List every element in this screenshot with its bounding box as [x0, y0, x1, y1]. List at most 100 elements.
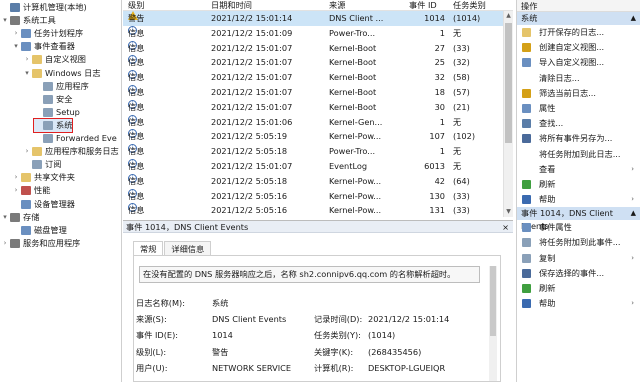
tree-node[interactable]: › 性能 — [12, 184, 50, 197]
actions-section-log[interactable]: 系统 ▲ — [517, 12, 640, 25]
action-item[interactable]: 帮助 › — [517, 296, 640, 311]
tree-node[interactable]: ▾ Windows 日志 — [23, 67, 101, 80]
event-row[interactable]: i 信息 2021/12/2 15:01:07 Kernel-Boot 27 (33) — [123, 40, 503, 56]
action-item[interactable]: 将任务附加到此事件... — [517, 235, 640, 250]
detail-panel: 在没有配置的 DNS 服务器响应之后，名称 sh2.connipv6.qq.co… — [133, 255, 501, 382]
tree-node[interactable]: › 服务和应用程序 — [1, 237, 80, 250]
tree-node[interactable]: ▾ 系统工具 — [1, 14, 56, 27]
col-event-id[interactable]: 事件 ID — [409, 0, 437, 10]
tree-node[interactable]: 磁盘管理 — [12, 224, 67, 237]
action-item[interactable]: 帮助 › — [517, 192, 640, 207]
level-text: 信息 — [128, 101, 145, 112]
action-item[interactable]: 刷新 — [517, 177, 640, 192]
cell-date: 2021/12/2 15:01:06 — [211, 116, 293, 127]
tree-node-label: 计算机管理(本地) — [23, 2, 87, 12]
col-task[interactable]: 任务类别 — [453, 0, 486, 10]
action-item[interactable]: 创建自定义视图... — [517, 40, 640, 55]
cell-id: 18 — [434, 86, 445, 97]
event-row[interactable]: i 信息 2021/12/2 15:01:07 Kernel-Boot 25 (32) — [123, 55, 503, 70]
action-item[interactable]: 将任务附加到此日志... — [517, 147, 640, 162]
level-text: 信息 — [128, 57, 145, 68]
expander-icon[interactable]: ▾ — [12, 40, 20, 53]
detail-scrollbar[interactable] — [489, 266, 497, 381]
event-row[interactable]: i 信息 2021/12/2 15:01:07 Kernel-Boot 18 (57) — [123, 84, 503, 100]
expander-icon[interactable]: › — [12, 184, 20, 197]
tree-node-label: 设备管理器 — [34, 198, 75, 209]
tree-node[interactable]: › 任务计划程序 — [12, 27, 83, 40]
expander-icon[interactable]: ▾ — [1, 211, 9, 224]
expander-icon[interactable]: › — [12, 171, 20, 184]
tree-node[interactable]: 设备管理器 — [12, 198, 75, 211]
computer-label: 计算机(R): — [314, 363, 354, 373]
action-label: 筛选当前日志... — [539, 87, 596, 98]
event-row[interactable]: i 信息 2021/12/2 5:05:19 Kernel-Pow... 107 (102… — [123, 129, 503, 144]
scroll-down-icon[interactable]: ▼ — [504, 207, 513, 217]
event-row[interactable]: i 信息 2021/12/2 15:01:06 Kernel-Gen... 1 无 — [123, 114, 503, 130]
expander-icon[interactable]: › — [12, 27, 20, 40]
event-row[interactable]: i 信息 2021/12/2 15:01:07 EventLog 6013 无 — [123, 158, 503, 174]
col-date[interactable]: 日期和时间 — [211, 0, 252, 10]
actions-section-event[interactable]: 事件 1014，DNS Client Events ▲ — [517, 207, 640, 231]
action-item[interactable]: 清除日志... — [517, 71, 640, 86]
collapse-icon[interactable]: ▲ — [631, 12, 636, 25]
cell-task: (57) — [453, 86, 470, 97]
action-item[interactable]: 筛选当前日志... — [517, 86, 640, 101]
event-row[interactable]: i 信息 2021/12/2 5:05:16 Kernel-Pow... 131 (33) — [123, 203, 503, 217]
collapse-icon[interactable]: ▲ — [631, 207, 636, 220]
scroll-thumb[interactable] — [505, 23, 512, 143]
event-message[interactable]: 在没有配置的 DNS 服务器响应之后，名称 sh2.connipv6.qq.co… — [139, 266, 480, 283]
tree-node[interactable]: Setup — [34, 106, 80, 119]
cell-task: (32) — [453, 57, 470, 68]
close-icon[interactable]: × — [502, 221, 509, 233]
action-item[interactable]: 属性 — [517, 101, 640, 116]
tree-node[interactable]: 订阅 — [23, 158, 61, 171]
tree-node[interactable]: › 自定义视图 — [23, 53, 86, 66]
action-icon — [522, 253, 531, 263]
action-item[interactable]: 查看 › — [517, 162, 640, 177]
tab-general[interactable]: 常规 — [133, 241, 164, 255]
event-row[interactable]: i 信息 2021/12/2 5:05:18 Kernel-Pow... 42 (64) — [123, 173, 503, 189]
tree-node[interactable]: ▾ 事件查看器 — [12, 40, 75, 53]
tree-node[interactable]: 系统 — [32, 117, 74, 133]
expander-icon[interactable]: ▾ — [23, 67, 31, 80]
tree-node[interactable]: › 共享文件夹 — [12, 171, 75, 184]
tree-node[interactable]: 计算机管理(本地) — [1, 1, 87, 14]
scroll-up-icon[interactable]: ▲ — [504, 11, 513, 21]
action-item[interactable]: 刷新 — [517, 281, 640, 296]
cell-id: 32 — [434, 72, 445, 83]
tree-node[interactable]: Forwarded Eve — [34, 132, 117, 145]
event-row[interactable]: 警告 2021/12/2 15:01:14 DNS Client ... 1014 (1… — [123, 11, 503, 26]
computer-value: DESKTOP-LGUEIQR — [368, 363, 446, 373]
event-row[interactable]: i 信息 2021/12/2 5:05:16 Kernel-Pow... 130 (33) — [123, 188, 503, 204]
action-item[interactable]: 保存选择的事件... — [517, 266, 640, 281]
node-icon — [21, 29, 31, 39]
tab-details[interactable]: 详细信息 — [164, 241, 212, 255]
action-item[interactable]: 复制 › — [517, 251, 640, 266]
expander-icon[interactable]: › — [23, 145, 31, 158]
cell-id: 30 — [434, 101, 445, 112]
event-row[interactable]: i 信息 2021/12/2 15:01:07 Kernel-Boot 32 (58) — [123, 70, 503, 85]
cell-task: 无 — [453, 116, 462, 127]
source-value: DNS Client Events — [212, 314, 287, 324]
col-source[interactable]: 来源 — [329, 0, 345, 10]
cell-id: 27 — [434, 42, 445, 53]
event-row[interactable]: i 信息 2021/12/2 15:01:07 Kernel-Boot 30 (21) — [123, 99, 503, 115]
tree-node[interactable]: 安全 — [34, 93, 72, 106]
tree-node[interactable]: ▾ 存储 — [1, 211, 39, 224]
event-row[interactable]: i 信息 2021/12/2 5:05:18 Power-Tro... 1 无 — [123, 144, 503, 159]
log-actions: 打开保存的日志... 创建自定义视图... 导入自定义视图... 清除日志... 筛选当… — [517, 25, 640, 207]
action-item[interactable]: 查找... — [517, 116, 640, 131]
action-item[interactable]: 事件属性 — [517, 220, 640, 235]
action-item[interactable]: 导入自定义视图... — [517, 55, 640, 70]
expander-icon[interactable]: ▾ — [1, 14, 9, 27]
tree-node[interactable]: › 应用程序和服务日志 — [23, 145, 119, 158]
action-item[interactable]: 将所有事件另存为... — [517, 131, 640, 146]
expander-icon[interactable]: › — [1, 237, 9, 250]
tree-node[interactable]: 应用程序 — [34, 80, 89, 93]
col-level[interactable]: 级别 — [128, 0, 144, 10]
events-scrollbar[interactable]: ▲ ▼ — [503, 11, 513, 217]
event-row[interactable]: i 信息 2021/12/2 15:01:09 Power-Tro... 1 无 — [123, 25, 503, 41]
action-item[interactable]: 打开保存的日志... — [517, 25, 640, 40]
expander-icon[interactable]: › — [23, 53, 31, 66]
detail-scroll-thumb[interactable] — [490, 266, 496, 336]
